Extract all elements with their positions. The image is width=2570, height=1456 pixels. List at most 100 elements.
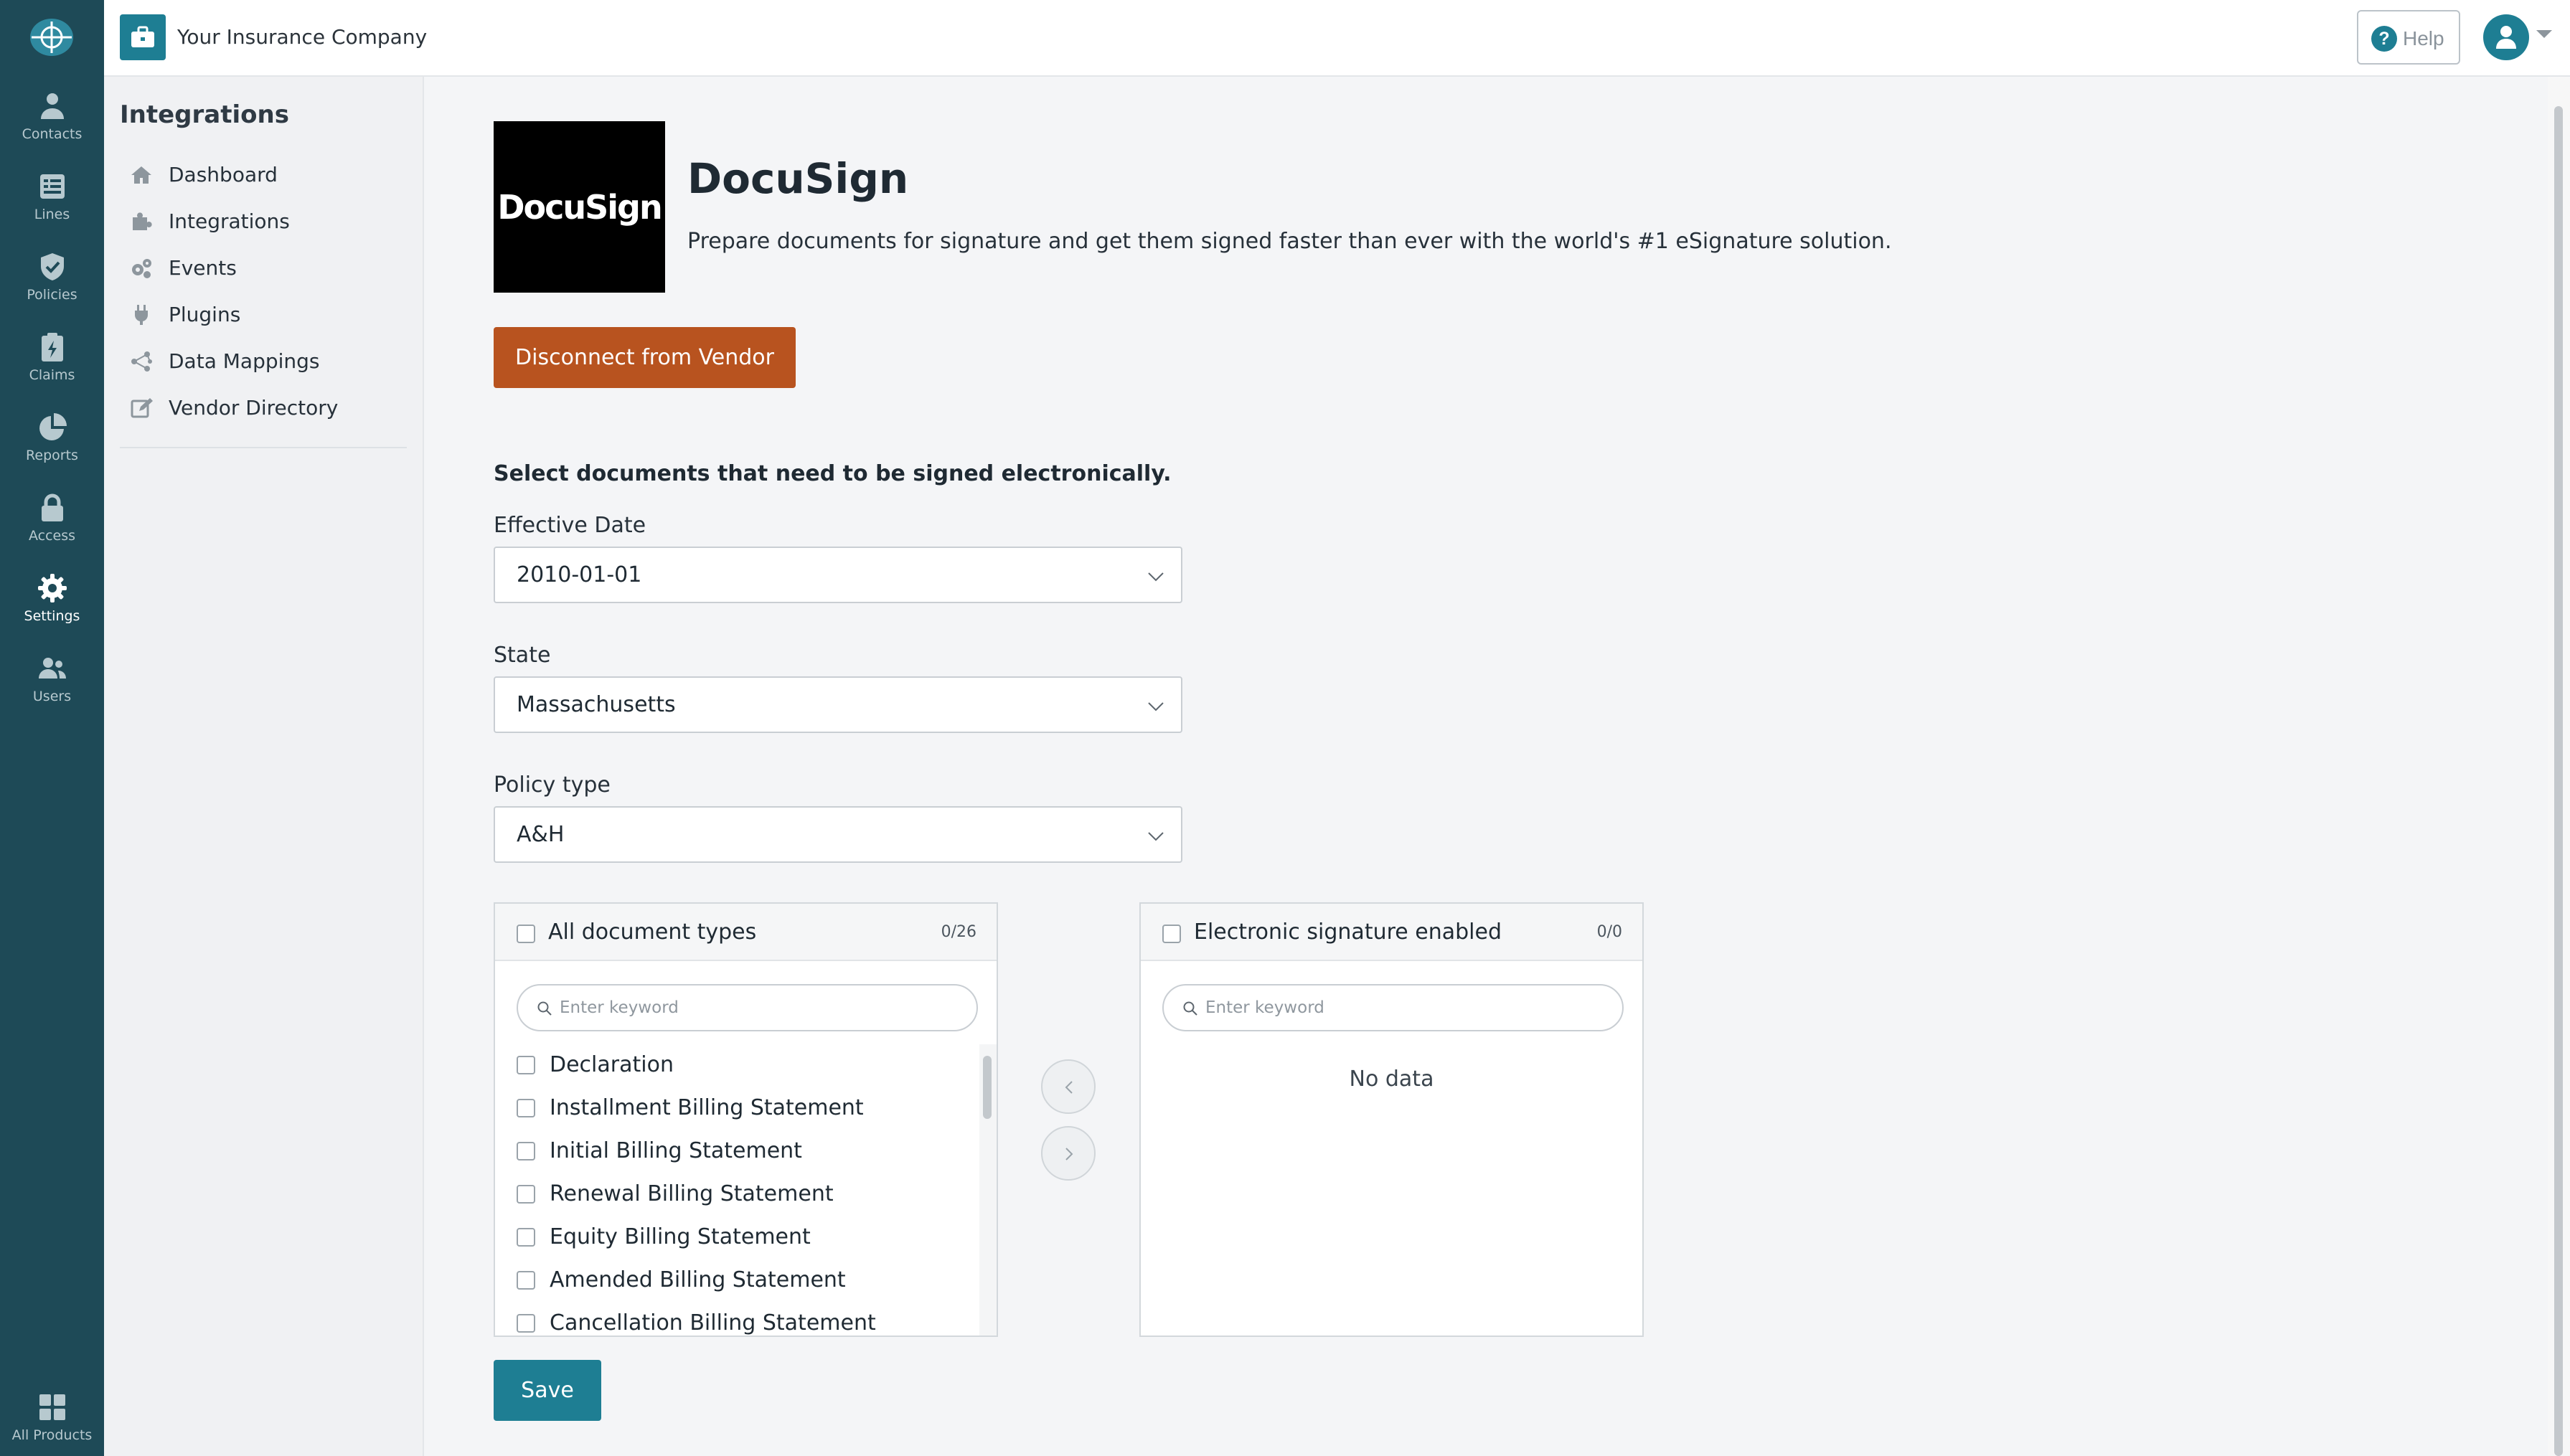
app-logo-icon[interactable]	[27, 16, 76, 59]
sidebar-item-label: Plugins	[169, 303, 241, 326]
policy-type-label: Policy type	[494, 772, 611, 798]
state-label: State	[494, 643, 551, 668]
sidebar-item-events[interactable]: Events	[130, 250, 410, 286]
rail-item-users[interactable]: Users	[0, 653, 104, 724]
help-icon: ?	[2371, 26, 2397, 52]
list-item-checkbox[interactable]	[517, 1228, 535, 1247]
target-search	[1162, 984, 1624, 1031]
rail-item-lines[interactable]: Lines	[0, 171, 104, 242]
list-item[interactable]: Amended Billing Statement	[517, 1262, 961, 1298]
company-name: Your Insurance Company	[177, 25, 428, 49]
source-search	[517, 984, 978, 1031]
disconnect-button[interactable]: Disconnect from Vendor	[494, 327, 796, 388]
list-item[interactable]: Declaration	[517, 1047, 961, 1083]
list-item-checkbox[interactable]	[517, 1271, 535, 1290]
source-transfer-panel: All document types 0/26 Declaration Inst…	[494, 902, 998, 1337]
sidebar-item-label: Data Mappings	[169, 349, 320, 373]
user-icon	[2496, 26, 2516, 49]
list-item-label: Installment Billing Statement	[550, 1095, 864, 1120]
edit-icon	[131, 398, 153, 418]
list-item-checkbox[interactable]	[517, 1142, 535, 1160]
home-icon	[131, 166, 151, 184]
user-avatar[interactable]	[2483, 14, 2529, 60]
save-button[interactable]: Save	[494, 1360, 601, 1421]
search-icon	[1183, 1001, 1197, 1016]
rail-label: Policies	[27, 287, 77, 303]
form-instruction: Select documents that need to be signed …	[494, 461, 1172, 486]
target-panel-count: 0/0	[1596, 923, 1622, 941]
sidebar-item-integrations[interactable]: Integrations	[130, 204, 410, 240]
gears-icon	[132, 259, 151, 278]
rail-label: Contacts	[22, 126, 83, 142]
app-rail: Contacts Lines Policies Claims Reports A…	[0, 0, 104, 1456]
sidebar-item-dashboard[interactable]: Dashboard	[130, 157, 410, 193]
rail-item-reports[interactable]: Reports	[0, 412, 104, 483]
list-icon	[39, 174, 65, 199]
effective-date-label: Effective Date	[494, 513, 646, 538]
help-label: Help	[2403, 27, 2444, 49]
rail-item-access[interactable]: Access	[0, 492, 104, 564]
list-item-checkbox[interactable]	[517, 1099, 535, 1117]
sidebar-item-vendor-directory[interactable]: Vendor Directory	[130, 390, 410, 426]
move-right-button[interactable]	[1041, 1126, 1096, 1181]
list-item-checkbox[interactable]	[517, 1056, 535, 1074]
empty-state-text: No data	[1349, 1067, 1434, 1092]
list-item[interactable]: Installment Billing Statement	[517, 1090, 961, 1126]
list-item[interactable]: Equity Billing Statement	[517, 1219, 961, 1255]
rail-item-claims[interactable]: Claims	[0, 331, 104, 403]
page-scrollbar-thumb[interactable]	[2554, 106, 2563, 1456]
rail-label: Users	[32, 689, 72, 704]
source-list-scrollbar-thumb[interactable]	[983, 1056, 992, 1119]
list-item-label: Declaration	[550, 1052, 674, 1077]
integrations-sidebar: Integrations Dashboard Integrations Even…	[104, 77, 424, 1456]
lock-icon	[41, 493, 63, 521]
target-panel-title: Electronic signature enabled	[1194, 920, 1502, 945]
rail-label: Reports	[26, 448, 78, 463]
target-search-input[interactable]	[1205, 994, 1607, 1021]
list-item[interactable]: Renewal Billing Statement	[517, 1176, 961, 1212]
source-search-input[interactable]	[560, 994, 961, 1021]
target-panel-header: Electronic signature enabled 0/0	[1141, 904, 1642, 961]
list-item-label: Initial Billing Statement	[550, 1138, 802, 1163]
chevron-right-icon	[1065, 1148, 1073, 1160]
move-left-button[interactable]	[1041, 1059, 1096, 1114]
sidebar-item-data-mappings[interactable]: Data Mappings	[130, 344, 410, 379]
list-item[interactable]: Initial Billing Statement	[517, 1133, 961, 1169]
list-item[interactable]: Cancellation Billing Statement	[517, 1305, 961, 1336]
chevron-down-icon	[1148, 832, 1164, 841]
puzzle-icon	[133, 212, 152, 230]
chevron-down-icon[interactable]	[2536, 30, 2552, 38]
rail-item-contacts[interactable]: Contacts	[0, 90, 104, 162]
help-button[interactable]: ? Help	[2357, 10, 2460, 65]
vendor-logo: DocuSign	[494, 121, 665, 293]
rail-item-all-products[interactable]: All Products	[0, 1391, 104, 1456]
rail-item-settings[interactable]: Settings	[0, 572, 104, 644]
list-item-checkbox[interactable]	[517, 1185, 535, 1204]
list-item-label: Equity Billing Statement	[550, 1224, 811, 1249]
source-panel-count: 0/26	[941, 923, 976, 941]
chevron-down-icon	[1148, 572, 1164, 582]
rail-label: Claims	[29, 367, 75, 383]
vendor-description: Prepare documents for signature and get …	[687, 229, 1892, 254]
list-item-label: Amended Billing Statement	[550, 1267, 846, 1292]
person-icon	[40, 93, 64, 119]
rail-item-policies[interactable]: Policies	[0, 251, 104, 323]
sidebar-item-label: Dashboard	[169, 163, 278, 186]
top-bar: Your Insurance Company ? Help	[104, 0, 2570, 77]
sidebar-item-plugins[interactable]: Plugins	[130, 297, 410, 333]
rail-label: Settings	[24, 608, 80, 624]
sidebar-divider	[120, 447, 407, 448]
list-item-checkbox[interactable]	[517, 1314, 535, 1333]
shield-check-icon	[40, 253, 64, 280]
state-select[interactable]: Massachusetts	[494, 676, 1182, 733]
chevron-down-icon	[1148, 702, 1164, 712]
effective-date-select[interactable]: 2010-01-01	[494, 547, 1182, 603]
source-panel-header: All document types 0/26	[495, 904, 997, 961]
rail-label: All Products	[11, 1427, 93, 1443]
select-all-source-checkbox[interactable]	[517, 925, 535, 943]
policy-type-select[interactable]: A&H	[494, 806, 1182, 863]
select-all-target-checkbox[interactable]	[1162, 925, 1181, 943]
vendor-logo-text: DocuSign	[497, 188, 662, 227]
policy-type-value: A&H	[517, 822, 565, 847]
pie-chart-icon	[39, 413, 67, 440]
